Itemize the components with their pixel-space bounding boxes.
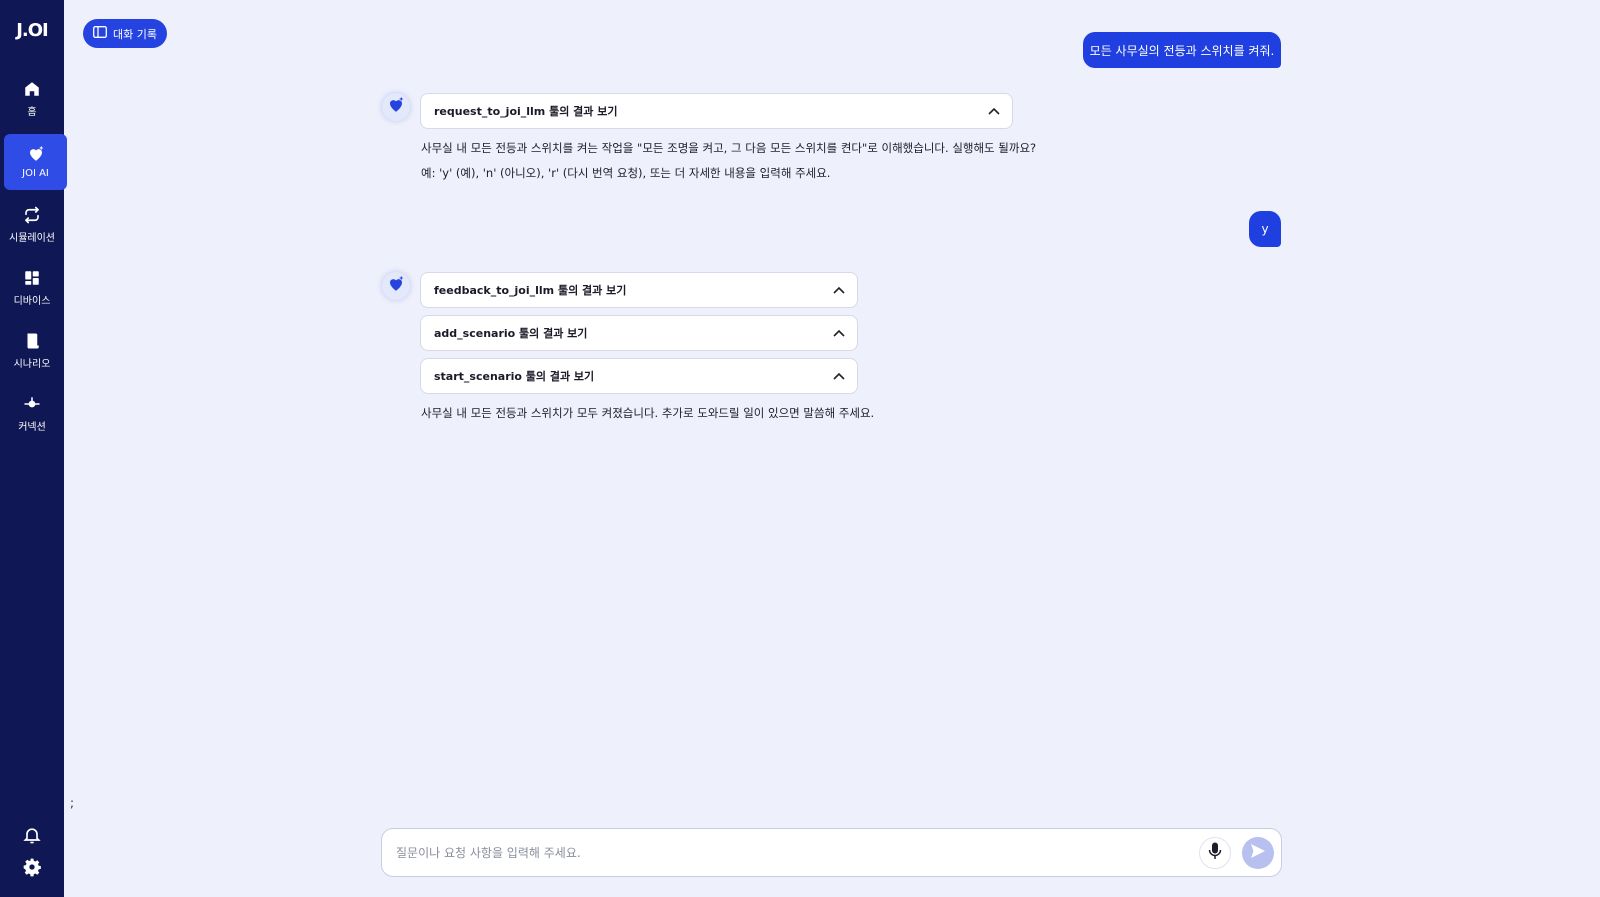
sidebar-item-simulation[interactable]: 시뮬레이션: [0, 197, 64, 253]
user-message-text: 모든 사무실의 전등과 스위치를 켜줘.: [1089, 43, 1275, 58]
sidebar-item-label: 커넥션: [18, 422, 46, 433]
repeat-icon: [23, 206, 41, 224]
send-icon: [1250, 843, 1266, 863]
sidebar-item-home[interactable]: 홈: [0, 71, 64, 127]
stray-character: ;: [70, 796, 75, 810]
ai-heart-icon: [387, 96, 405, 118]
sidebar: J.OI 홈 JOI AI 시뮬레이션 디바이스 시나리오 커넥션: [0, 0, 67, 897]
tool-result-label: request_to_joi_llm 툴의 결과 보기: [434, 105, 618, 118]
sidebar-item-label: 시나리오: [13, 359, 51, 370]
bell-icon[interactable]: [22, 825, 42, 845]
home-icon: [23, 80, 41, 98]
chat-composer: [381, 828, 1282, 877]
app-logo[interactable]: J.OI: [0, 20, 64, 41]
user-message: y: [1249, 211, 1281, 247]
sidebar-item-devices[interactable]: 디바이스: [0, 260, 64, 316]
chat-input[interactable]: [396, 841, 1176, 865]
assistant-avatar: [382, 93, 410, 121]
ai-heart-icon: [387, 275, 405, 297]
tool-result-label: feedback_to_joi_llm 툴의 결과 보기: [434, 284, 627, 297]
sidebar-item-label: 시뮬레이션: [9, 233, 55, 244]
chevron-up-icon: [833, 370, 845, 383]
sidebar-item-label: 홈: [27, 107, 37, 118]
dashboard-icon: [23, 269, 41, 287]
assistant-message-line: 사무실 내 모든 전등과 스위치가 모두 켜졌습니다. 추가로 도와드릴 일이 …: [421, 406, 875, 420]
chevron-up-icon: [988, 105, 1000, 118]
user-message-text: y: [1261, 222, 1269, 236]
user-message: 모든 사무실의 전등과 스위치를 켜줘.: [1083, 32, 1281, 68]
assistant-message-line: 사무실 내 모든 전등과 스위치를 켜는 작업을 "모든 조명을 켜고, 그 다…: [421, 141, 1037, 155]
sidebar-item-connection[interactable]: 커넥션: [0, 386, 64, 442]
chat-history-button[interactable]: 대화 기록: [83, 19, 167, 48]
microphone-icon: [1208, 842, 1222, 864]
tool-result-label: add_scenario 툴의 결과 보기: [434, 327, 588, 340]
ai-heart-icon: [27, 145, 45, 163]
send-button[interactable]: [1242, 837, 1274, 869]
tool-result-label: start_scenario 툴의 결과 보기: [434, 370, 595, 383]
scroll-icon: [23, 332, 41, 350]
assistant-avatar: [382, 272, 410, 300]
connection-icon: [23, 395, 41, 413]
chevron-up-icon: [833, 327, 845, 340]
sidebar-item-label: JOI AI: [22, 168, 49, 179]
tool-result-toggle[interactable]: add_scenario 툴의 결과 보기: [420, 315, 858, 351]
chevron-up-icon: [833, 284, 845, 297]
sidebar-item-label: 디바이스: [13, 296, 51, 307]
voice-input-button[interactable]: [1199, 837, 1231, 869]
sidebar-item-scenarios[interactable]: 시나리오: [0, 323, 64, 379]
sidebar-item-joi-ai[interactable]: JOI AI: [4, 134, 67, 190]
assistant-message-line: 예: 'y' (예), 'n' (아니오), 'r' (다시 번역 요청), 또…: [421, 166, 831, 180]
gear-icon[interactable]: [22, 857, 42, 877]
tool-result-toggle[interactable]: start_scenario 툴의 결과 보기: [420, 358, 858, 394]
tool-result-toggle[interactable]: feedback_to_joi_llm 툴의 결과 보기: [420, 272, 858, 308]
chat-history-label: 대화 기록: [113, 27, 157, 41]
sidebar-toggle-icon: [93, 26, 107, 41]
tool-result-toggle[interactable]: request_to_joi_llm 툴의 결과 보기: [420, 93, 1013, 129]
